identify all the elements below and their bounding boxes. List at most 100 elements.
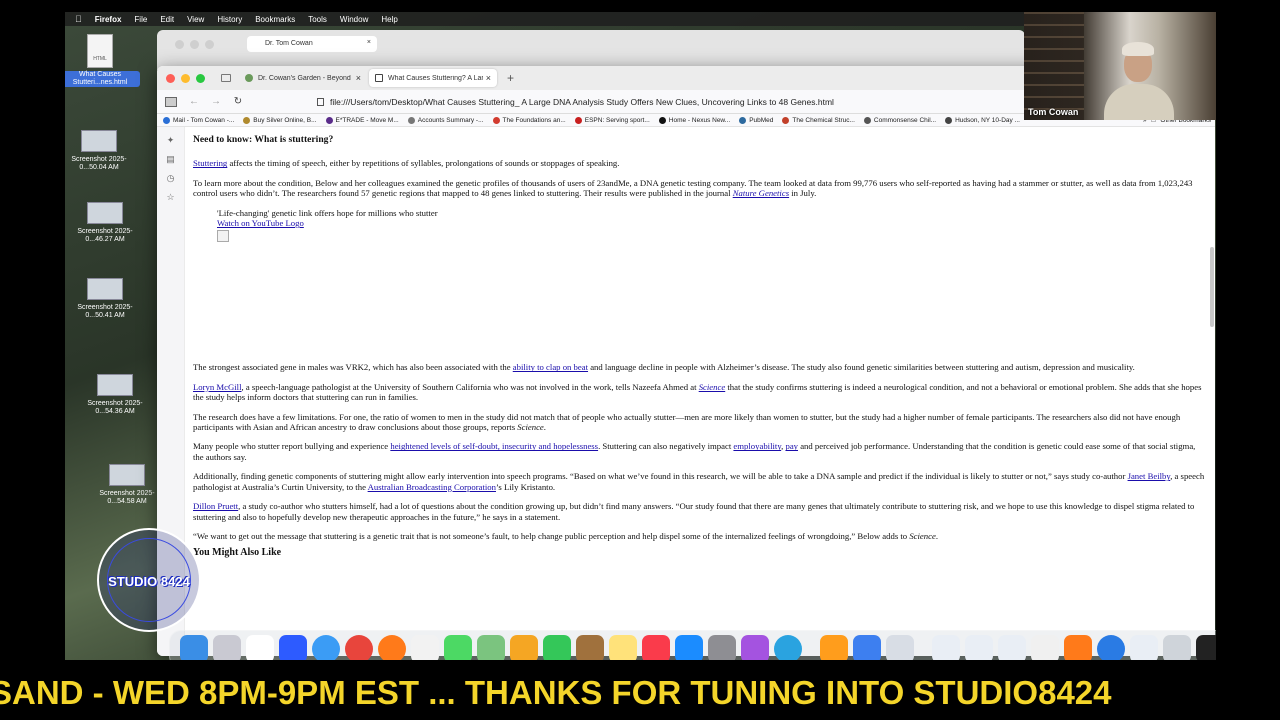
minimize-button[interactable] [190,40,199,49]
background-tab[interactable]: Dr. Tom Cowan × [247,36,377,52]
dillon-pruett-link[interactable]: Dillon Pruett [193,501,238,511]
podcasts-icon[interactable] [741,635,769,660]
bookmark-item[interactable]: PubMed [739,116,773,124]
desktop-screenshot-5[interactable]: Screenshot 2025-0...54.58 AM [87,464,167,506]
loryn-mcgill-link[interactable]: Loryn McGill [193,382,242,392]
bookmark-item[interactable]: Home - Nexus New... [658,116,730,124]
janet-beilby-link[interactable]: Janet Beilby [1128,471,1171,481]
employability-link[interactable]: employability [733,441,781,451]
close-tab-icon[interactable]: × [367,39,371,46]
preview-icon[interactable] [886,635,914,660]
firefox-icon[interactable] [378,635,406,660]
menu-window[interactable]: Window [340,15,368,24]
back-arrow-icon[interactable]: ← [183,96,205,107]
ai-sparkle-icon[interactable]: ✦ [166,136,175,145]
keynote-icon[interactable] [853,635,881,660]
page-info-icon[interactable] [317,97,324,106]
abc-link[interactable]: Australian Broadcasting Corporation [368,482,496,492]
pages-icon[interactable] [820,635,848,660]
tab-cowans-garden[interactable]: Dr. Cowan's Garden - Beyond C × [239,69,367,87]
history-icon[interactable]: ◷ [166,174,175,183]
screenshot-thumbnail-icon [87,278,123,300]
calendar-icon[interactable] [246,635,274,660]
menu-file[interactable]: File [134,15,147,24]
desktop-screenshot-4[interactable]: Screenshot 2025-0...54.36 AM [75,374,155,416]
news-ticker: SAND - WED 8PM-9PM EST ... THANKS FOR TU… [0,665,1280,720]
close-tab-icon[interactable]: × [356,73,361,83]
document-icon[interactable] [411,635,439,660]
firefox-download-icon[interactable] [1064,635,1092,660]
sidebar-toggle-icon[interactable] [165,96,177,107]
background-browser-window[interactable]: Dr. Tom Cowan × [157,30,1025,70]
menu-app-name[interactable]: Firefox [95,15,122,24]
bookmark-item[interactable]: The Foundations an... [492,116,566,124]
close-button[interactable] [175,40,184,49]
science-link[interactable]: Science [699,382,726,392]
messages-icon[interactable] [444,635,472,660]
bookmark-item[interactable]: Commonsense Chil... [863,116,936,124]
app-store-icon[interactable] [675,635,703,660]
document-stack-icon[interactable] [1031,635,1059,660]
zoom-button[interactable] [205,40,214,49]
minimize-window-button[interactable] [181,73,190,83]
tab-what-causes-stuttering[interactable]: What Causes Stuttering? A Larg × [369,69,497,87]
globe-icon[interactable] [1097,635,1125,660]
tab-title: Dr. Cowan's Garden - Beyond C [258,74,353,82]
telegram-icon[interactable] [774,635,802,660]
clap-on-beat-link[interactable]: ability to clap on beat [513,362,588,372]
tab-list-icon[interactable] [221,74,231,82]
chrome-icon[interactable] [345,635,373,660]
zoom-icon[interactable] [279,635,307,660]
desktop-screenshot-2[interactable]: Screenshot 2025-0...46.27 AM [65,202,145,244]
forward-arrow-icon[interactable]: → [205,96,227,107]
screenshot-thumbnail-icon [81,130,117,152]
maps-icon[interactable] [477,635,505,660]
bookmark-item[interactable]: Buy Silver Online, B... [243,116,317,124]
bookmark-item[interactable]: E*TRADE - Move M... [325,116,399,124]
news-icon[interactable] [642,635,670,660]
menu-view[interactable]: View [187,15,204,24]
photos-icon[interactable] [510,635,538,660]
desktop-file-html[interactable]: HTML What Causes Stutteri...nes.html [65,34,140,87]
launchpad-icon[interactable] [213,635,241,660]
nature-genetics-link[interactable]: Nature Genetics [733,188,789,198]
self-doubt-link[interactable]: heightened levels of self-doubt, insecur… [390,441,598,451]
bookmark-item[interactable]: ESPN: Serving sport... [574,116,650,124]
screen-recording-icon[interactable] [1196,635,1216,660]
document-stack-icon[interactable] [965,635,993,660]
scrollbar[interactable] [1210,247,1214,327]
close-tab-icon[interactable]: × [486,73,491,83]
screenshot-stack-icon[interactable] [1163,635,1191,660]
system-settings-icon[interactable] [708,635,736,660]
menu-edit[interactable]: Edit [160,15,174,24]
document-stack-icon[interactable] [1130,635,1158,660]
menu-history[interactable]: History [217,15,242,24]
tabs-icon[interactable]: ▤ [166,155,175,164]
desktop-icon-label: What Causes Stutteri...nes.html [65,71,140,87]
menu-bookmarks[interactable]: Bookmarks [255,15,295,24]
bookmark-item[interactable]: The Chemical Struc... [782,116,855,124]
contacts-icon[interactable] [576,635,604,660]
safari-icon[interactable] [312,635,340,660]
desktop-screenshot-3[interactable]: Screenshot 2025-0...50.41 AM [65,278,145,320]
reload-icon[interactable]: ↻ [227,96,249,107]
document-stack-icon[interactable] [932,635,960,660]
pay-link[interactable]: pay [785,441,798,451]
bookmark-item[interactable]: Accounts Summary -... [407,116,484,124]
notes-icon[interactable] [609,635,637,660]
desktop-screenshot-1[interactable]: Screenshot 2025-0...50.04 AM [65,130,139,172]
zoom-window-button[interactable] [196,73,205,83]
menu-tools[interactable]: Tools [308,15,327,24]
finder-icon[interactable] [180,635,208,660]
bookmark-item[interactable]: Hudson, NY 10-Day ... [945,116,1020,124]
stuttering-link[interactable]: Stuttering [193,158,227,168]
bookmarks-star-icon[interactable]: ☆ [166,193,175,202]
new-tab-icon[interactable]: + [507,71,514,85]
apple-icon[interactable]:  [75,14,82,24]
document-stack-icon[interactable] [998,635,1026,660]
close-window-button[interactable] [166,73,175,83]
facetime-icon[interactable] [543,635,571,660]
bookmark-item[interactable]: Mail - Tom Cowan -... [163,116,234,124]
youtube-link[interactable]: Watch on YouTube Logo [217,218,304,228]
menu-help[interactable]: Help [381,15,397,24]
